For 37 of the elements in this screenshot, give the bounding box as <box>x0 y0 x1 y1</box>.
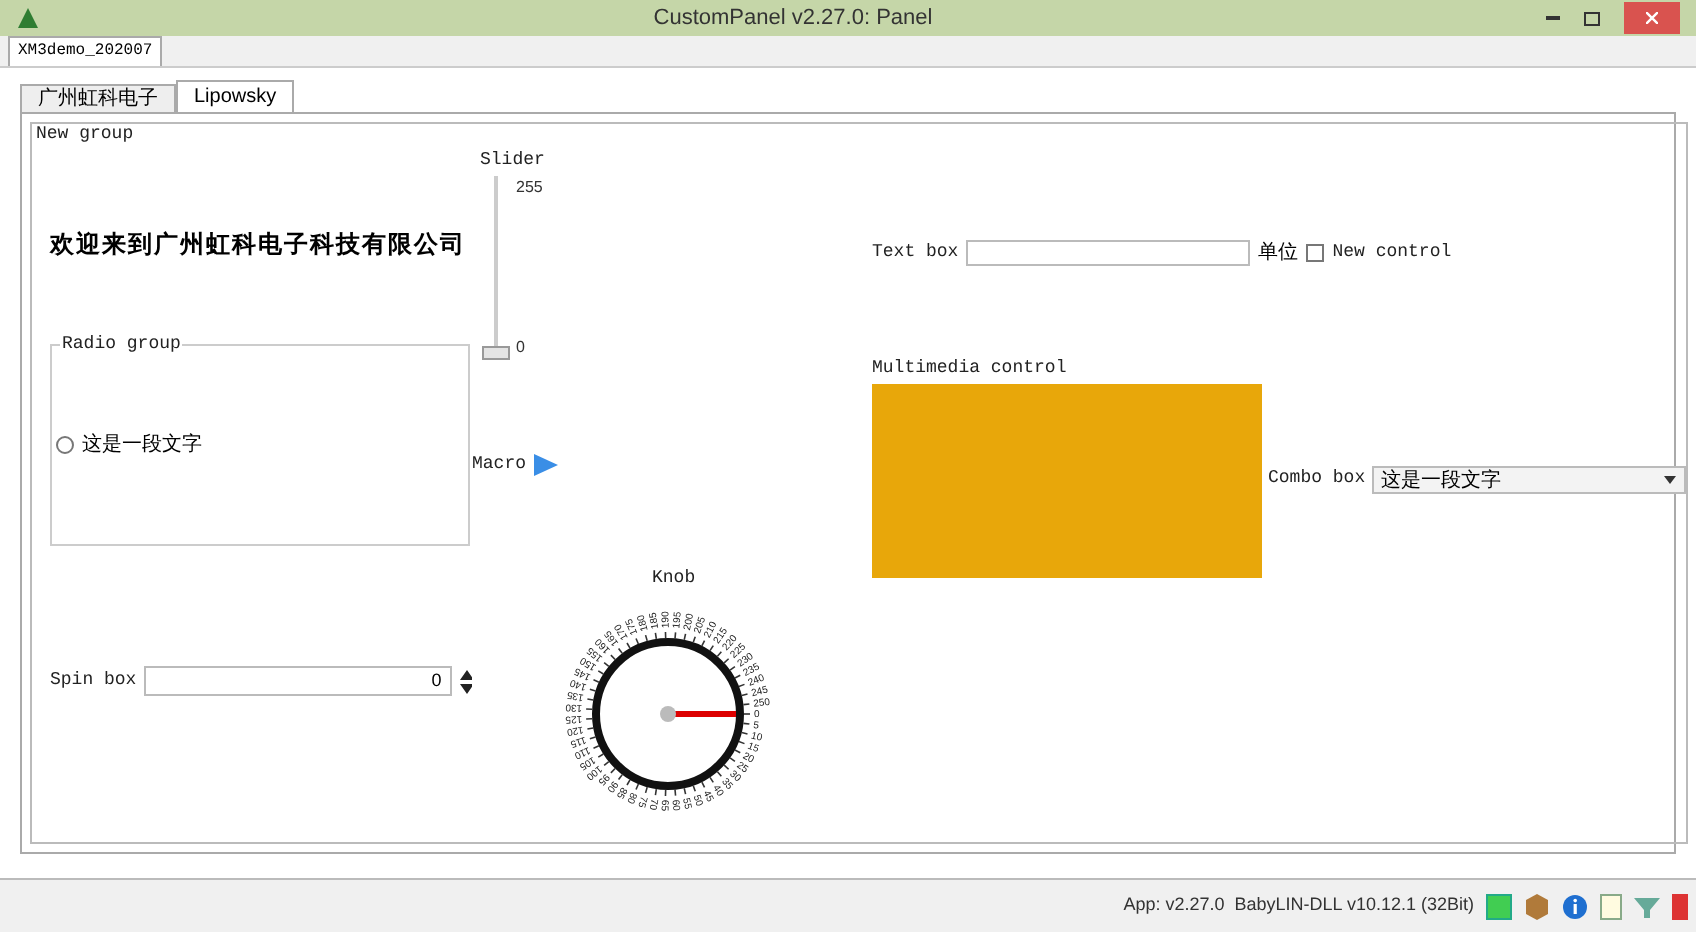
spin-arrows-icon[interactable] <box>459 669 472 693</box>
maximize-icon[interactable] <box>1584 11 1600 25</box>
status-text: App: v2.27.0 BabyLIN-DLL v10.12.1 (32Bit) <box>1123 892 1474 919</box>
document-tab[interactable]: XM3demo_202007 <box>8 36 163 66</box>
spin-box-label: Spin box <box>50 667 137 694</box>
macro-label: Macro <box>472 451 527 477</box>
slider-label: Slider <box>480 148 545 174</box>
slider-handle[interactable] <box>482 345 510 359</box>
new-control-checkbox[interactable]: New control <box>1306 239 1452 267</box>
spin-box[interactable]: 0 <box>144 666 452 696</box>
radio-option[interactable]: 这是一段文字 <box>56 430 202 460</box>
knob-label: Knob <box>652 566 696 592</box>
play-icon[interactable] <box>534 453 559 476</box>
document-icon[interactable] <box>1600 893 1622 919</box>
box-icon[interactable] <box>1524 893 1550 919</box>
tab[interactable]: Lipowsky <box>176 80 295 112</box>
app-icon <box>16 6 40 30</box>
window-title: CustomPanel v2.27.0: Panel <box>651 3 935 34</box>
filter-icon[interactable] <box>1634 893 1660 919</box>
text-box-label: Text box <box>872 239 959 266</box>
checkbox[interactable] <box>1306 244 1325 262</box>
welcome-text: 欢迎来到广州虹科电子科技有限公司 <box>50 228 466 260</box>
multimedia-label: Multimedia control <box>872 356 1069 382</box>
info-icon[interactable] <box>1562 893 1588 919</box>
dropdown-icon <box>1663 476 1676 484</box>
unit-label: 单位 <box>1258 239 1299 268</box>
combo-box[interactable]: 这是一段文字 <box>1371 466 1686 494</box>
group-title: New group <box>36 122 134 148</box>
knob-pointer[interactable] <box>660 705 736 721</box>
slider-max-label: 255 <box>516 175 543 199</box>
qt-icon[interactable] <box>1486 893 1512 919</box>
slider-min-label: 0 <box>516 335 527 359</box>
exit-icon[interactable] <box>1672 893 1688 919</box>
close-icon <box>1646 12 1658 24</box>
tab[interactable]: 广州虹科电子 <box>20 84 176 112</box>
combo-box-label: Combo box <box>1268 466 1366 493</box>
close-button[interactable] <box>1624 2 1680 34</box>
